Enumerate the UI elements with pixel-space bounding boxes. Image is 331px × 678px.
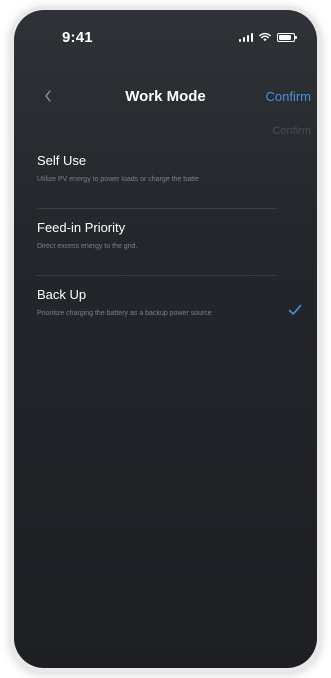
- divider: [37, 275, 277, 276]
- mode-option-self-use[interactable]: Self Use Utilize PV energy to power load…: [14, 146, 317, 213]
- app-screen: 9:41 Work Mode Confirm Confirm Self Use …: [14, 10, 317, 668]
- signal-icon: [238, 32, 253, 42]
- mode-title: Feed-in Priority: [37, 220, 126, 235]
- mode-title: Self Use: [37, 153, 87, 168]
- mode-description: Prioritize charging the battery as a bac…: [37, 310, 212, 317]
- work-mode-list: Self Use Utilize PV energy to power load…: [14, 146, 317, 347]
- mode-description: Direct excess energy to the grid.: [37, 243, 138, 250]
- status-time: 9:41: [62, 29, 93, 46]
- status-bar: 9:41: [14, 10, 317, 54]
- confirm-ghost-label: Confirm: [272, 125, 311, 137]
- check-icon: [288, 304, 302, 315]
- nav-bar: Work Mode Confirm: [14, 82, 317, 112]
- phone-frame: 9:41 Work Mode Confirm Confirm Self Use …: [10, 6, 321, 672]
- mode-option-back-up[interactable]: Back Up Prioritize charging the battery …: [14, 280, 317, 347]
- confirm-button[interactable]: Confirm: [265, 89, 311, 104]
- divider: [37, 208, 277, 209]
- mode-title: Back Up: [37, 287, 87, 302]
- wifi-icon: [259, 32, 271, 42]
- mode-option-feed-in-priority[interactable]: Feed-in Priority Direct excess energy to…: [14, 213, 317, 280]
- battery-icon: [277, 32, 297, 42]
- mode-description: Utilize PV energy to power loads or char…: [37, 176, 199, 183]
- status-icons: [238, 32, 297, 42]
